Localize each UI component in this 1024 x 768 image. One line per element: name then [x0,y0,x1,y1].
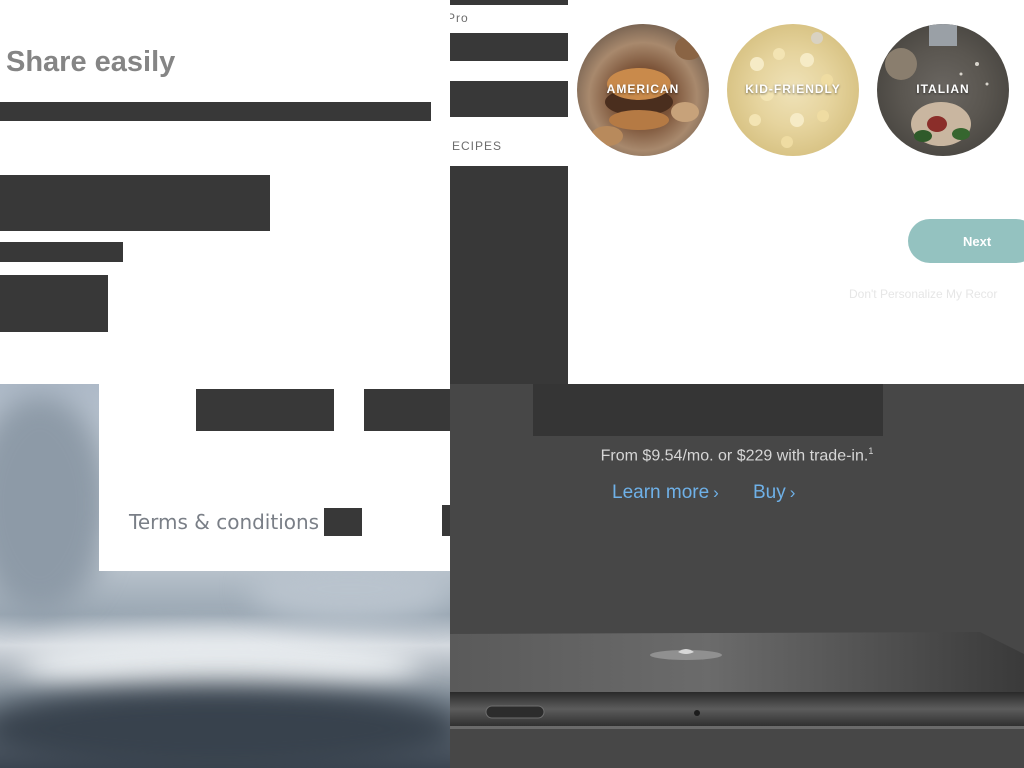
phone-promo-panel: From $9.54/mo. or $229 with trade-in.1 L… [450,384,1024,768]
redacted-button[interactable] [0,275,108,332]
category-label: AMERICAN [606,82,680,96]
category-label: KID-FRIENDLY [745,82,841,96]
next-button[interactable]: Next [908,219,1024,263]
redacted-link[interactable] [442,505,450,536]
pro-label: Pro [450,11,469,25]
category-italian[interactable]: ITALIAN [877,24,1009,156]
share-title: Share easily [6,46,176,78]
category-kid-friendly[interactable]: KID-FRIENDLY [727,24,859,156]
redacted-text-bar [0,102,431,121]
redacted-link[interactable] [324,508,362,536]
redacted-sidebar-block [450,166,568,384]
blurred-background-shape [0,684,450,768]
terms-link[interactable]: Terms & conditions [129,510,319,534]
terms-card [99,384,450,571]
redacted-text-bar [0,242,123,262]
redacted-button[interactable] [196,389,334,431]
category-american[interactable]: AMERICAN [577,24,709,156]
share-panel: Share easily [0,0,450,384]
terms-panel: Terms & conditions · [0,384,450,768]
recipes-panel: Pro ECIPES AMERICAN KID-FRIENDLY ITALIAN… [450,0,1024,384]
recipes-label: ECIPES [452,139,503,153]
redacted-menu-item[interactable] [450,33,568,61]
category-label: ITALIAN [916,82,970,96]
redacted-button[interactable] [0,175,270,231]
blurred-background-photo [0,394,110,614]
dont-personalize-link[interactable]: Don't Personalize My Recor [849,287,997,301]
phone-image [450,632,1024,729]
screenshot-collage: Share easily Terms & conditions · Pro EC… [0,0,1024,768]
redacted-menu-item[interactable] [450,81,568,117]
redacted-text-bar [450,0,568,5]
separator-dot: · [314,516,318,530]
redacted-button[interactable] [364,389,450,431]
